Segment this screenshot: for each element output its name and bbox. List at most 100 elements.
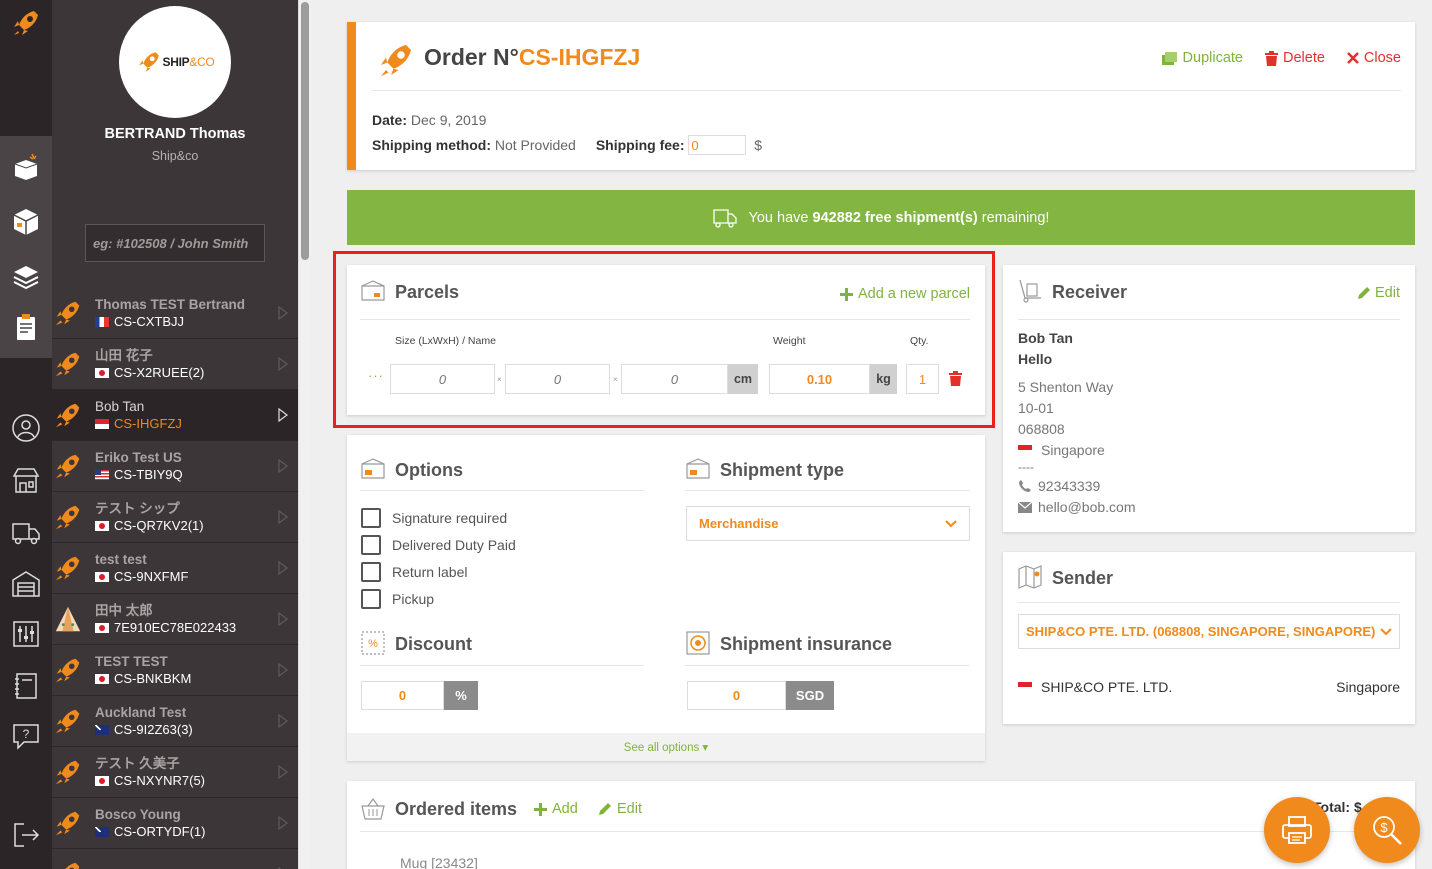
sender-select[interactable]: SHIP&CO PTE. LTD. (068808, SINGAPORE, SI… <box>1018 614 1400 649</box>
order-code: CS-IHGFZJ <box>95 415 298 433</box>
delete-label: Delete <box>1283 50 1325 66</box>
list-item[interactable]: 山田 花子 CS-X2RUEE(2) <box>52 339 298 390</box>
insurance-icon <box>686 631 710 655</box>
stack-icon[interactable] <box>6 256 46 296</box>
list-item: Mug [23432] <box>400 855 478 869</box>
rocket-icon <box>53 400 83 430</box>
duplicate-label: Duplicate <box>1182 50 1243 66</box>
shipment-type-select[interactable]: Merchandise <box>686 506 970 541</box>
list-item[interactable]: テスト シップ CS-QR7KV2(1) <box>52 492 298 543</box>
checkbox[interactable] <box>361 535 381 555</box>
insurance-input[interactable] <box>687 681 786 710</box>
order-code-text: CS-TBIY9Q <box>114 466 183 482</box>
checkbox[interactable] <box>361 508 381 528</box>
parcels-title: Parcels <box>395 282 460 302</box>
list-item[interactable]: Eriko Test US CS-TBIY9Q <box>52 441 298 492</box>
order-code: CS-QR7KV2(1) <box>95 517 298 535</box>
tent-icon <box>53 604 83 634</box>
rocket-icon <box>53 298 83 328</box>
order-code: CS-ORTYDF(1) <box>95 823 298 841</box>
rocket-icon <box>53 349 83 379</box>
new-order-box-icon[interactable] <box>6 146 46 186</box>
list-item[interactable]: Thomas TEST Bertrand CS-CXTBJJ <box>52 288 298 339</box>
order-item-text: Bob Tan CS-IHGFZJ <box>95 398 298 433</box>
order-code-text: 7E910EC78E022433 <box>114 619 237 635</box>
add-item-button[interactable]: Add <box>534 801 578 817</box>
receiver-email: hello@bob.com <box>1018 499 1136 515</box>
close-button[interactable]: Close <box>1347 50 1401 66</box>
order-header-card: Order N°CS-IHGFZJ Duplicate Delete Close… <box>347 22 1415 170</box>
list-item[interactable]: Veronica Costello <box>52 849 298 869</box>
shipping-fee-input[interactable] <box>688 135 747 155</box>
discount-input[interactable] <box>361 681 444 710</box>
see-all-options-link[interactable]: See all options ▾ <box>347 733 985 761</box>
parcel-weight-input[interactable] <box>769 364 870 394</box>
flag-nz-icon <box>95 826 109 837</box>
checkbox[interactable] <box>361 562 381 582</box>
order-code-text: CS-X2RUEE(2) <box>114 364 205 380</box>
list-item[interactable]: Bob Tan CS-IHGFZJ <box>52 390 298 441</box>
receiver-company: Hello <box>1018 351 1053 367</box>
add-item-label: Add <box>552 801 578 817</box>
order-customer-name: Veronica Costello <box>95 866 298 869</box>
pickup-checkbox[interactable]: Pickup <box>361 589 434 609</box>
avatar[interactable]: SHIP&CO <box>119 6 231 118</box>
rocket-icon <box>53 757 83 787</box>
date-label: Date: <box>372 112 408 128</box>
help-icon[interactable]: ? <box>6 716 46 756</box>
dimension-unit: cm <box>728 364 758 394</box>
scrollbar-thumb[interactable] <box>301 2 309 260</box>
list-item[interactable]: テスト 久美子 CS-NXYNR7(5) <box>52 747 298 798</box>
rate-search-fab-button[interactable]: $ <box>1354 797 1420 863</box>
delivered-duty-paid-checkbox[interactable]: Delivered Duty Paid <box>361 535 516 555</box>
order-search-input[interactable] <box>85 224 265 262</box>
notebook-icon[interactable] <box>6 666 46 706</box>
rocket-icon <box>53 553 83 583</box>
logout-icon[interactable] <box>6 815 46 855</box>
order-code: CS-9NXFMF <box>95 568 298 586</box>
delete-button[interactable]: Delete <box>1265 50 1325 66</box>
receiver-postal: 068808 <box>1018 421 1065 437</box>
list-item[interactable]: Auckland Test CS-9I2Z63(3) <box>52 696 298 747</box>
edit-items-label: Edit <box>617 801 642 817</box>
order-item-text: テスト シップ CS-QR7KV2(1) <box>95 500 298 535</box>
truck-icon[interactable] <box>6 512 46 552</box>
checkbox-label: Delivered Duty Paid <box>392 537 516 553</box>
parcel-width-input[interactable] <box>505 364 610 394</box>
delete-parcel-icon[interactable] <box>949 371 962 386</box>
warehouse-icon[interactable] <box>6 564 46 604</box>
receiver-phone: 92343339 <box>1018 478 1100 494</box>
edit-receiver-button[interactable]: Edit <box>1357 285 1400 301</box>
add-parcel-button[interactable]: Add a new parcel <box>839 286 970 302</box>
box-icon[interactable] <box>6 201 46 241</box>
list-item[interactable]: 田中 太郎 7E910EC78E022433 <box>52 594 298 645</box>
order-item-text: 山田 花子 CS-X2RUEE(2) <box>95 347 298 382</box>
parcel-length-input[interactable] <box>390 364 495 394</box>
edit-items-button[interactable]: Edit <box>598 801 642 817</box>
chevron-down-icon <box>945 519 957 527</box>
close-label: Close <box>1363 50 1401 66</box>
sidebar-scrollbar[interactable] <box>298 0 310 869</box>
list-item[interactable]: Bosco Young CS-ORTYDF(1) <box>52 798 298 849</box>
user-icon[interactable] <box>6 408 46 448</box>
order-code: CS-NXYNR7(5) <box>95 772 298 790</box>
order-customer-name: Bob Tan <box>95 398 145 414</box>
plus-icon <box>534 802 547 816</box>
basket-icon <box>361 797 385 820</box>
duplicate-button[interactable]: Duplicate <box>1161 50 1243 66</box>
settings-sliders-icon[interactable] <box>6 614 46 654</box>
print-fab-button[interactable] <box>1264 797 1330 863</box>
list-item[interactable]: TEST TEST CS-BNKBKM <box>52 645 298 696</box>
order-shipping-info: Shipping method: Not Provided Shipping f… <box>372 135 762 155</box>
parcel-qty-input[interactable] <box>906 364 939 394</box>
return-label-checkbox[interactable]: Return label <box>361 562 468 582</box>
parcel-height-input[interactable] <box>621 364 728 394</box>
list-item[interactable]: test test CS-9NXFMF <box>52 543 298 594</box>
discount-unit: % <box>444 681 478 710</box>
signature-required-checkbox[interactable]: Signature required <box>361 508 507 528</box>
clipboard-icon[interactable] <box>6 307 46 347</box>
store-icon[interactable] <box>6 460 46 500</box>
checkbox[interactable] <box>361 589 381 609</box>
rocket-logo-icon[interactable] <box>6 3 46 43</box>
parcel-more-button[interactable]: ··· <box>368 368 384 383</box>
